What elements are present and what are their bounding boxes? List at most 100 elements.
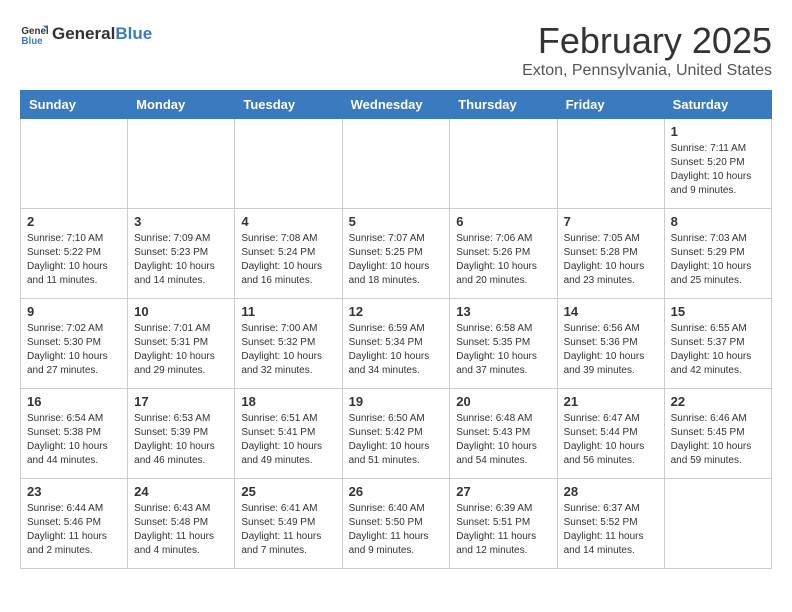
calendar-cell [557,119,664,209]
day-header-friday: Friday [557,91,664,119]
week-row-3: 9 Sunrise: 7:02 AM Sunset: 5:30 PM Daylig… [21,299,772,389]
logo-general-text: GeneralBlue [52,25,152,44]
cell-details: Sunrise: 6:44 AM Sunset: 5:46 PM Dayligh… [27,502,121,558]
day-number: 28 [564,484,658,499]
cell-details: Sunrise: 6:47 AM Sunset: 5:44 PM Dayligh… [564,412,658,468]
cell-details: Sunrise: 7:07 AM Sunset: 5:25 PM Dayligh… [349,232,444,288]
cell-details: Sunrise: 7:03 AM Sunset: 5:29 PM Dayligh… [671,232,765,288]
cell-details: Sunrise: 6:41 AM Sunset: 5:49 PM Dayligh… [241,502,335,558]
title-area: February 2025 Exton, Pennsylvania, Unite… [522,20,772,80]
calendar-cell: 8 Sunrise: 7:03 AM Sunset: 5:29 PM Daylig… [664,209,771,299]
day-number: 7 [564,214,658,229]
cell-details: Sunrise: 6:51 AM Sunset: 5:41 PM Dayligh… [241,412,335,468]
calendar-cell: 20 Sunrise: 6:48 AM Sunset: 5:43 PM Dayli… [450,389,557,479]
calendar-cell: 18 Sunrise: 6:51 AM Sunset: 5:41 PM Dayli… [235,389,342,479]
location-title: Exton, Pennsylvania, United States [522,62,772,80]
calendar-table: SundayMondayTuesdayWednesdayThursdayFrid… [20,90,772,569]
cell-details: Sunrise: 7:09 AM Sunset: 5:23 PM Dayligh… [134,232,228,288]
calendar-cell: 13Sunrise: 6:58 AM Sunset: 5:35 PM Dayli… [450,299,557,389]
calendar-cell: 15 Sunrise: 6:55 AM Sunset: 5:37 PM Dayli… [664,299,771,389]
calendar-cell: 3 Sunrise: 7:09 AM Sunset: 5:23 PM Daylig… [128,209,235,299]
day-header-saturday: Saturday [664,91,771,119]
cell-details: Sunrise: 6:40 AM Sunset: 5:50 PM Dayligh… [349,502,444,558]
day-header-tuesday: Tuesday [235,91,342,119]
day-number: 26 [349,484,444,499]
calendar-cell: 28Sunrise: 6:37 AM Sunset: 5:52 PM Dayli… [557,479,664,569]
day-number: 27 [456,484,550,499]
week-row-1: 1 Sunrise: 7:11 AM Sunset: 5:20 PM Daylig… [21,119,772,209]
day-number: 17 [134,394,228,409]
day-header-thursday: Thursday [450,91,557,119]
calendar-cell: 21 Sunrise: 6:47 AM Sunset: 5:44 PM Dayli… [557,389,664,479]
calendar-cell: 11 Sunrise: 7:00 AM Sunset: 5:32 PM Dayli… [235,299,342,389]
calendar-cell: 9 Sunrise: 7:02 AM Sunset: 5:30 PM Daylig… [21,299,128,389]
calendar-cell [450,119,557,209]
day-number: 13 [456,304,550,319]
day-number: 4 [241,214,335,229]
cell-details: Sunrise: 7:05 AM Sunset: 5:28 PM Dayligh… [564,232,658,288]
day-number: 15 [671,304,765,319]
calendar-cell [128,119,235,209]
cell-details: Sunrise: 7:01 AM Sunset: 5:31 PM Dayligh… [134,322,228,378]
calendar-cell [664,479,771,569]
header: General Blue GeneralBlue February 2025 E… [20,20,772,80]
calendar-cell: 2 Sunrise: 7:10 AM Sunset: 5:22 PM Daylig… [21,209,128,299]
cell-details: Sunrise: 6:54 AM Sunset: 5:38 PM Dayligh… [27,412,121,468]
cell-details: Sunrise: 7:06 AM Sunset: 5:26 PM Dayligh… [456,232,550,288]
calendar-cell: 4Sunrise: 7:08 AM Sunset: 5:24 PM Daylig… [235,209,342,299]
day-number: 2 [27,214,121,229]
calendar-cell: 12 Sunrise: 6:59 AM Sunset: 5:34 PM Dayli… [342,299,450,389]
cell-details: Sunrise: 6:48 AM Sunset: 5:43 PM Dayligh… [456,412,550,468]
calendar-cell: 23 Sunrise: 6:44 AM Sunset: 5:46 PM Dayli… [21,479,128,569]
cell-details: Sunrise: 7:11 AM Sunset: 5:20 PM Dayligh… [671,142,765,198]
cell-details: Sunrise: 6:50 AM Sunset: 5:42 PM Dayligh… [349,412,444,468]
day-number: 12 [349,304,444,319]
day-number: 25 [241,484,335,499]
day-number: 11 [241,304,335,319]
day-number: 20 [456,394,550,409]
calendar-cell: 17 Sunrise: 6:53 AM Sunset: 5:39 PM Dayli… [128,389,235,479]
calendar-cell: 19Sunrise: 6:50 AM Sunset: 5:42 PM Dayli… [342,389,450,479]
cell-details: Sunrise: 7:00 AM Sunset: 5:32 PM Dayligh… [241,322,335,378]
day-number: 3 [134,214,228,229]
calendar-cell: 22Sunrise: 6:46 AM Sunset: 5:45 PM Dayli… [664,389,771,479]
week-row-2: 2 Sunrise: 7:10 AM Sunset: 5:22 PM Daylig… [21,209,772,299]
month-title: February 2025 [522,20,772,62]
day-number: 18 [241,394,335,409]
day-number: 24 [134,484,228,499]
day-number: 8 [671,214,765,229]
cell-details: Sunrise: 6:43 AM Sunset: 5:48 PM Dayligh… [134,502,228,558]
week-row-4: 16 Sunrise: 6:54 AM Sunset: 5:38 PM Dayli… [21,389,772,479]
cell-details: Sunrise: 6:59 AM Sunset: 5:34 PM Dayligh… [349,322,444,378]
calendar-cell [342,119,450,209]
day-number: 14 [564,304,658,319]
week-row-5: 23 Sunrise: 6:44 AM Sunset: 5:46 PM Dayli… [21,479,772,569]
calendar-cell [235,119,342,209]
calendar-cell: 6 Sunrise: 7:06 AM Sunset: 5:26 PM Daylig… [450,209,557,299]
calendar-cell: 27Sunrise: 6:39 AM Sunset: 5:51 PM Dayli… [450,479,557,569]
cell-details: Sunrise: 6:55 AM Sunset: 5:37 PM Dayligh… [671,322,765,378]
logo-icon: General Blue [20,20,48,48]
day-number: 21 [564,394,658,409]
day-number: 16 [27,394,121,409]
day-number: 6 [456,214,550,229]
day-number: 5 [349,214,444,229]
day-number: 9 [27,304,121,319]
cell-details: Sunrise: 6:56 AM Sunset: 5:36 PM Dayligh… [564,322,658,378]
calendar-cell: 26 Sunrise: 6:40 AM Sunset: 5:50 PM Dayli… [342,479,450,569]
calendar-cell: 14 Sunrise: 6:56 AM Sunset: 5:36 PM Dayli… [557,299,664,389]
day-header-monday: Monday [128,91,235,119]
day-number: 1 [671,124,765,139]
cell-details: Sunrise: 7:02 AM Sunset: 5:30 PM Dayligh… [27,322,121,378]
day-number: 23 [27,484,121,499]
calendar-cell [21,119,128,209]
day-header-wednesday: Wednesday [342,91,450,119]
svg-text:Blue: Blue [21,36,43,47]
logo: General Blue GeneralBlue [20,20,152,48]
calendar-cell: 24 Sunrise: 6:43 AM Sunset: 5:48 PM Dayli… [128,479,235,569]
cell-details: Sunrise: 6:46 AM Sunset: 5:45 PM Dayligh… [671,412,765,468]
cell-details: Sunrise: 6:53 AM Sunset: 5:39 PM Dayligh… [134,412,228,468]
calendar-cell: 10Sunrise: 7:01 AM Sunset: 5:31 PM Dayli… [128,299,235,389]
calendar-header-row: SundayMondayTuesdayWednesdayThursdayFrid… [21,91,772,119]
cell-details: Sunrise: 7:10 AM Sunset: 5:22 PM Dayligh… [27,232,121,288]
